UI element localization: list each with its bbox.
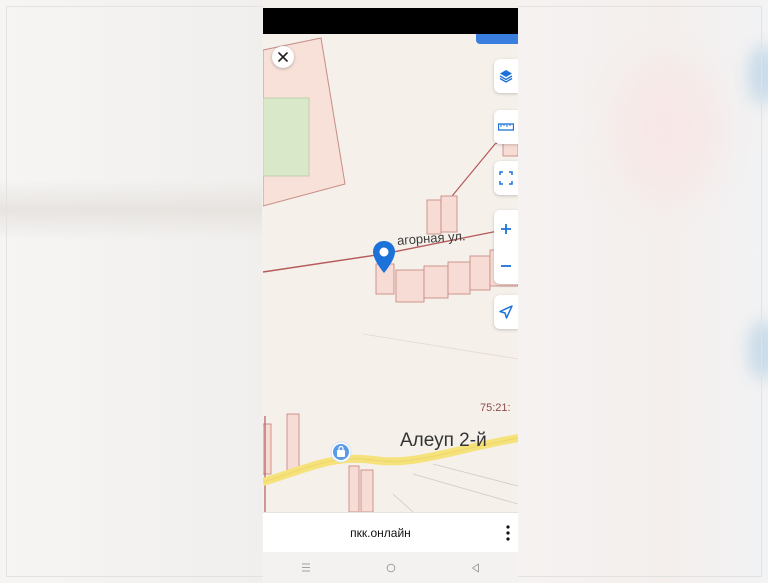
map-pin-icon	[373, 241, 395, 273]
cadastral-number-label: 75:21:	[480, 402, 511, 414]
browser-bottom-bar: пкк.онлайн	[263, 512, 518, 553]
nav-back-button[interactable]	[456, 563, 496, 573]
zoom-control	[494, 210, 518, 284]
back-icon	[472, 563, 479, 572]
map-pin-marker[interactable]	[372, 240, 396, 279]
system-nav-bar	[263, 552, 518, 583]
plus-icon	[501, 223, 511, 234]
layers-icon	[499, 70, 513, 83]
blurred-backdrop-right	[518, 0, 768, 583]
shopping-bag-icon	[330, 441, 352, 463]
fullscreen-icon	[499, 171, 513, 185]
browser-menu-button[interactable]	[500, 522, 516, 544]
ruler-button[interactable]	[494, 110, 518, 144]
minus-icon	[501, 264, 511, 267]
home-icon	[386, 563, 395, 572]
nav-home-button[interactable]	[371, 563, 411, 573]
status-bar	[263, 8, 518, 34]
navigation-arrow-icon	[499, 305, 513, 319]
layers-button[interactable]	[494, 59, 518, 93]
close-button[interactable]	[272, 46, 294, 68]
url-text: пкк.онлайн	[350, 526, 411, 540]
zoom-out-button[interactable]	[494, 247, 518, 284]
close-icon	[278, 52, 288, 62]
phone-screen: агорная ул. 75:21: Алеуп 2-й пкк.онлайн	[263, 0, 518, 583]
zoom-in-button[interactable]	[494, 210, 518, 247]
ruler-icon	[498, 123, 514, 131]
address-bar[interactable]: пкк.онлайн	[263, 513, 498, 553]
district-label: Алеуп 2-й	[400, 430, 487, 451]
fullscreen-button[interactable]	[494, 161, 518, 195]
blurred-backdrop-left	[0, 0, 262, 583]
shop-poi-marker[interactable]	[330, 441, 352, 468]
recents-icon	[301, 563, 310, 572]
nav-recents-button[interactable]	[286, 563, 326, 572]
more-vertical-icon	[506, 525, 510, 541]
accent-tab[interactable]	[476, 34, 518, 44]
locate-button[interactable]	[494, 295, 518, 329]
